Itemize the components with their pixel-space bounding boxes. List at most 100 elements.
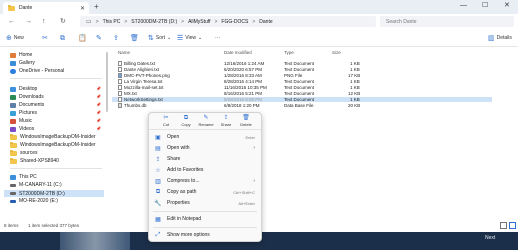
next-label[interactable]: Next (485, 235, 495, 241)
sort-button[interactable]: ⇅ Sort ⌄ (148, 35, 171, 42)
file-row[interactable]: DMC-PVT-Phones.png 1/28/2016 8:33 AM PNG… (112, 73, 492, 78)
sidebar-item-onedrive[interactable]: OneDrive - Personal (10, 68, 64, 74)
sidebar-item-documents[interactable]: Documents (10, 102, 44, 108)
address-bar[interactable]: ▭ > This PC > ST2000DM-2TB (D:) > AllMyS… (80, 16, 376, 27)
file-row[interactable]: Billing Dates.txt 12/16/2016 1:24 AM Tex… (112, 61, 492, 66)
pin-icon[interactable]: 📌 (96, 94, 101, 99)
rename-action[interactable]: ✎ Rename (197, 115, 215, 127)
pin-icon[interactable]: 📌 (96, 110, 101, 115)
sidebar-item-drive-d[interactable]: ST2000DM-2TB (D:) (4, 190, 104, 197)
sidebar-item-this-pc[interactable]: This PC (10, 174, 37, 180)
download-icon (10, 94, 16, 100)
menu-item-share[interactable]: ⇪ Share (149, 154, 261, 164)
details-view-icon[interactable] (500, 222, 507, 229)
tiles-view-icon[interactable] (509, 222, 516, 229)
minimize-button[interactable]: — (460, 1, 467, 11)
file-row-selected[interactable]: NetworkSettings.txt 9/28/2016 8:08 PM Te… (112, 97, 492, 102)
details-button[interactable]: ▥ Details (488, 35, 512, 42)
column-header-name[interactable]: Name (118, 50, 130, 55)
copy-action[interactable]: ⧉ Copy (177, 115, 195, 127)
breadcrumb-dante[interactable]: Dante (259, 19, 272, 25)
breadcrumb-allmystuff[interactable]: AllMyStuff (188, 19, 210, 25)
taskbar-thumbnail[interactable] (60, 232, 130, 250)
command-bar: ⊕ New ✂ ⧉ 📋 ✎ ⇪ 🗑 ⇅ Sort ⌄ ☰ View ⌄ ··· … (0, 31, 518, 47)
archive-icon: ▥ (155, 178, 161, 185)
menu-item-show-more-options[interactable]: ⤢ Show more options (149, 230, 261, 240)
cut-icon[interactable]: ✂ (42, 35, 48, 42)
share-icon[interactable]: ⇪ (113, 35, 119, 42)
sidebar-item-gallery[interactable]: Gallery (10, 60, 35, 66)
close-tab-icon[interactable]: ✕ (80, 5, 85, 12)
file-type: Text Document (284, 91, 315, 96)
file-date: 6/20/2020 6:57 PM (224, 67, 263, 72)
column-header-date[interactable]: Date modified (224, 50, 252, 55)
monitor-icon: ▭ (86, 19, 92, 25)
column-header-type[interactable]: Type (284, 50, 294, 55)
sidebar-item-drive-c[interactable]: M-CANARY-11 (C:) (10, 182, 62, 188)
view-button[interactable]: ☰ View ⌄ (177, 35, 202, 42)
cut-action[interactable]: ✂ Cut (157, 115, 175, 127)
sidebar-item-videos[interactable]: Videos (10, 126, 34, 132)
maximize-button[interactable]: ☐ (482, 1, 488, 11)
selection-info: 1 item selected 377 bytes (28, 223, 80, 228)
pin-icon[interactable]: 📌 (96, 126, 101, 131)
sidebar-scrollbar[interactable] (106, 52, 108, 112)
rename-icon[interactable]: ✎ (96, 35, 102, 42)
refresh-icon[interactable]: ↻ (60, 17, 66, 26)
sidebar-item-music[interactable]: Music (10, 118, 32, 124)
folder-icon (10, 157, 17, 164)
tab-dante[interactable]: Dante ✕ (3, 2, 89, 14)
up-arrow-icon[interactable]: ↑ (42, 17, 46, 26)
menu-item-copy-as-path[interactable]: ⧉ Copy as path Ctrl+Shift+C (149, 187, 261, 197)
menu-item-edit-in-notepad[interactable]: ▦ Edit in Notepad (149, 214, 261, 224)
pin-icon[interactable]: 📌 (96, 86, 101, 91)
breadcrumb-this-pc[interactable]: This PC (103, 19, 121, 25)
breadcrumb-drive-d[interactable]: ST2000DM-2TB (D:) (131, 19, 177, 25)
file-name: Thumbs.db (118, 103, 147, 108)
column-header-size[interactable]: Size (332, 50, 341, 55)
forward-arrow-icon[interactable]: → (25, 17, 32, 26)
notepad-icon: ▦ (155, 216, 161, 223)
sidebar-item-folder[interactable]: WindowsImageBackupOM-Insider (10, 133, 96, 140)
new-button[interactable]: ⊕ New (6, 35, 24, 42)
menu-item-properties[interactable]: 🔧 Properties Alt+Enter (149, 198, 261, 208)
sidebar-item-drive-e[interactable]: MO-RE-2020 (E:) (10, 198, 58, 204)
sidebar-item-folder[interactable]: WindowsImageBackupOM-Insider (10, 141, 96, 148)
music-icon (10, 118, 16, 124)
sidebar-divider (10, 168, 102, 169)
menu-item-add-to-favorites[interactable]: ☆ Add to Favorites (149, 165, 261, 175)
text-file-icon (118, 67, 122, 72)
file-row[interactable]: La Virgin Teresa.txt 8/28/2016 4:14 PM T… (112, 79, 492, 84)
sidebar-item-shared[interactable]: Shared-XPS8940 (10, 157, 59, 164)
more-options-button[interactable]: ··· (215, 35, 220, 42)
menu-item-compress[interactable]: ▥ Compress to... › (149, 176, 261, 186)
pin-icon[interactable]: 📌 (96, 102, 101, 107)
drive-icon (10, 199, 16, 203)
file-row[interactable]: MX.txt 8/16/2016 5:21 PM Text Document 1… (112, 91, 492, 96)
sidebar-item-pictures[interactable]: Pictures (10, 110, 37, 116)
close-window-button[interactable]: ✕ (504, 1, 510, 11)
sidebar-item-downloads[interactable]: Downloads (10, 94, 44, 100)
folder-icon (10, 149, 17, 156)
menu-item-open-with[interactable]: ▤ Open with › (149, 143, 261, 153)
file-row[interactable]: Dante Alighieri.txt 6/20/2020 6:57 PM Te… (112, 67, 492, 72)
search-input[interactable]: Search Dante (380, 16, 514, 27)
sidebar-item-desktop[interactable]: Desktop (10, 86, 37, 92)
delete-action[interactable]: 🗑 Delete (237, 115, 255, 127)
back-arrow-icon[interactable]: ← (8, 17, 15, 26)
new-tab-button[interactable]: + (94, 3, 99, 11)
pin-icon[interactable]: 📌 (96, 118, 101, 123)
breadcrumb-fgg-docs[interactable]: FGG-DOCS (221, 19, 248, 25)
sidebar-item-home[interactable]: Home (10, 52, 32, 58)
sidebar-item-sources[interactable]: sources (10, 149, 38, 156)
file-row[interactable]: Mozzilla-mail-set.txt 11/16/2016 10:35 P… (112, 85, 492, 90)
menu-item-open[interactable]: ▣ Open Enter (149, 132, 261, 142)
file-date: 11/16/2016 10:35 PM (224, 85, 267, 90)
file-row[interactable]: Thumbs.db 6/8/2018 1:20 PM Data Base Fil… (112, 103, 492, 108)
copy-icon: ⧉ (183, 115, 189, 121)
share-action[interactable]: ⇪ Share (217, 115, 235, 127)
chevron-right-icon: › (253, 145, 255, 151)
paste-icon[interactable]: 📋 (78, 35, 87, 42)
copy-icon[interactable]: ⧉ (60, 35, 65, 42)
delete-icon[interactable]: 🗑 (130, 35, 139, 42)
